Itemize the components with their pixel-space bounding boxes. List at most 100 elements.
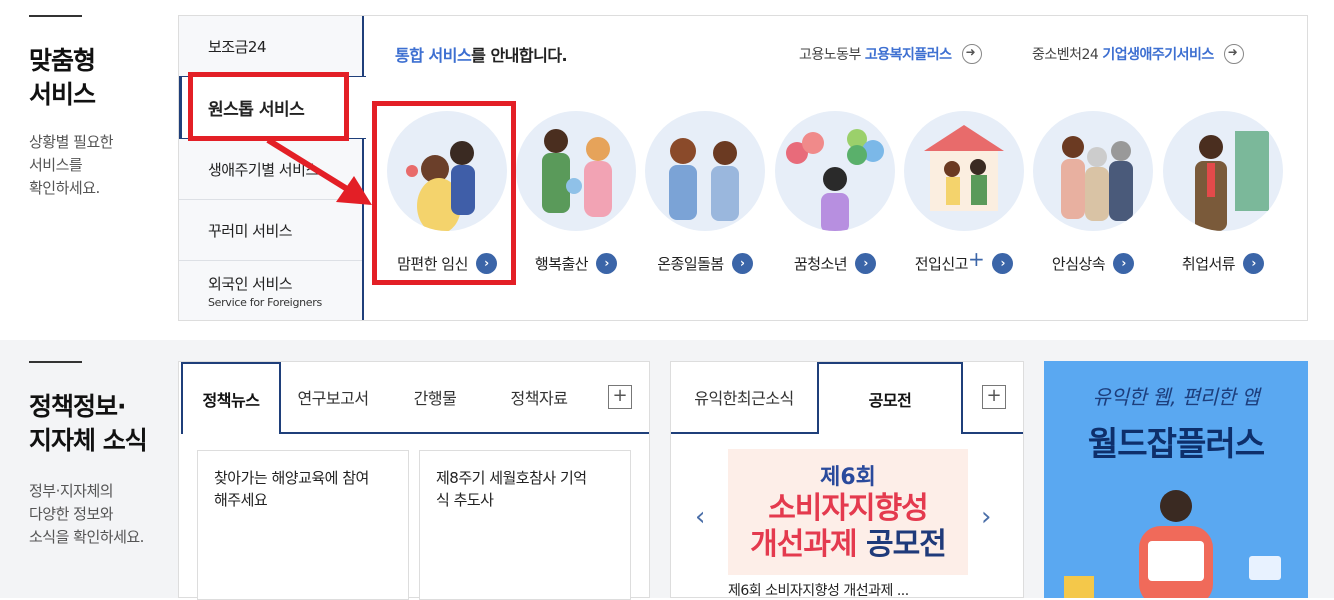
tab-underline	[671, 432, 817, 434]
tab-label: 보조금24	[208, 37, 267, 56]
person-laptop-illustration	[1064, 490, 1281, 598]
section-rule	[29, 361, 82, 363]
service-label: 전입신고	[914, 255, 969, 273]
worldjob-banner[interactable]: 유익한 웹, 편리한 앱 월드잡플러스	[1044, 361, 1308, 598]
tab-recent-news[interactable]: 유익한최근소식	[671, 362, 817, 432]
chevron-right-icon[interactable]: ›	[992, 253, 1014, 274]
plus-icon: +	[967, 246, 985, 271]
link-prefix: 중소벤처24	[1032, 47, 1099, 63]
more-plus-icon[interactable]: +	[608, 385, 632, 409]
title-line: 맞춤형	[29, 46, 96, 75]
poster-text: 개선과제 공모전	[728, 527, 968, 563]
desc-line: 다양한 정보와	[29, 505, 114, 523]
link-prefix: 고용노동부	[799, 47, 861, 63]
news-card[interactable]: 찾아가는 해양교육에 참여 해주세요	[197, 450, 409, 600]
tab-label: 꾸러미 서비스	[208, 221, 293, 240]
card-text: 해주세요	[214, 491, 268, 509]
tab-label: 유익한최근소식	[694, 389, 794, 408]
tab-bundle[interactable]: 꾸러미 서비스	[179, 200, 362, 261]
service-label: 취업서류	[1181, 255, 1236, 273]
section-desc: 상황별 필요한 서비스를 확인하세요.	[29, 131, 114, 200]
title-line: 지자체 소식	[29, 426, 148, 455]
desc-line: 서비스를	[29, 156, 83, 174]
tab-foreigner[interactable]: 외국인 서비스 Service for Foreigners	[179, 261, 362, 321]
news-card[interactable]: 제8주기 세월호참사 기억 식 추도사	[419, 450, 631, 600]
tab-label: 정책자료	[510, 389, 568, 408]
service-childbirth[interactable]: 행복출산 ›	[515, 111, 637, 281]
poster-caption[interactable]: 제6회 소비자지향성 개선과제 ...	[728, 580, 909, 600]
arrow-right-icon	[1223, 44, 1244, 64]
tab-label: 외국인 서비스	[208, 275, 293, 293]
notice-panel: 유익한최근소식 공모전 + ‹ 제6회 소비자지향성 개선과제 공모전 제6회 …	[670, 361, 1024, 600]
poster-text-red: 개선과제	[750, 527, 857, 562]
chevron-right-icon[interactable]: ›	[596, 253, 618, 274]
link-employment-welfare[interactable]: 고용노동부 고용복지플러스	[799, 44, 982, 64]
section-desc: 정부·지자체의 다양한 정보와 소식을 확인하세요.	[29, 480, 144, 549]
policy-news-panel: 정책뉴스 연구보고서 간행물 정책자료 + 찾아가는 해양교육에 참여 해주세요…	[178, 361, 650, 600]
section-rule	[29, 15, 82, 17]
tab-underline	[279, 432, 649, 434]
desc-line: 정부·지자체의	[29, 482, 114, 500]
service-daycare[interactable]: 온종일돌봄 ›	[644, 111, 766, 281]
chevron-right-icon[interactable]: ›	[731, 253, 753, 274]
teen-with-balloons-illustration	[775, 111, 895, 231]
service-label: 안심상속	[1051, 255, 1106, 273]
title-line: 서비스	[29, 80, 96, 109]
parents-with-baby-illustration	[516, 111, 636, 231]
service-youth[interactable]: 꿈청소년 ›	[774, 111, 896, 281]
title-line: 정책정보·	[29, 392, 126, 421]
chevron-left-icon[interactable]: ‹	[695, 502, 705, 532]
service-label: 꿈청소년	[793, 255, 848, 273]
tab-contest[interactable]: 공모전	[817, 362, 963, 434]
chevron-right-icon[interactable]: ›	[1113, 253, 1135, 274]
children-illustration	[645, 111, 765, 231]
chevron-right-icon[interactable]: ›	[1243, 253, 1265, 274]
arrow-right-icon	[961, 44, 982, 64]
service-job-docs[interactable]: 취업서류 ›	[1162, 111, 1284, 281]
service-move-in[interactable]: 전입신고 + ›	[903, 111, 1025, 281]
tab-label: 연구보고서	[297, 389, 369, 408]
service-panel: 보조금24 원스톱 서비스 생애주기별 서비스 꾸러미 서비스 외국인 서비스 …	[178, 15, 1308, 321]
service-label: 행복출산	[534, 255, 589, 273]
link-business-lifecycle[interactable]: 중소벤처24 기업생애주기서비스	[1032, 44, 1244, 64]
more-plus-icon[interactable]: +	[982, 385, 1006, 409]
family-illustration	[1033, 111, 1153, 231]
link-label: 기업생애주기서비스	[1102, 47, 1214, 63]
tab-research[interactable]: 연구보고서	[283, 362, 383, 432]
section-title: 맞춤형 서비스	[29, 44, 96, 112]
house-couple-illustration	[904, 111, 1024, 231]
service-tabs: 보조금24 원스톱 서비스 생애주기별 서비스 꾸러미 서비스 외국인 서비스 …	[179, 16, 366, 321]
tab-policy-data[interactable]: 정책자료	[489, 362, 589, 432]
desc-line: 확인하세요.	[29, 179, 100, 197]
poster-text: 소비자지향성	[768, 491, 929, 526]
tab-sublabel: Service for Foreigners	[208, 296, 322, 309]
intro-highlight: 통합 서비스	[395, 46, 472, 65]
custom-service-section: 맞춤형 서비스 상황별 필요한 서비스를 확인하세요. 보조금24 원스톱 서비…	[0, 0, 1334, 340]
tab-label: 간행물	[413, 389, 457, 408]
tab-subsidy24[interactable]: 보조금24	[179, 16, 362, 77]
tab-underline	[963, 432, 1023, 434]
card-text: 제8주기 세월호참사 기억	[436, 469, 587, 487]
contest-poster[interactable]: 제6회 소비자지향성 개선과제 공모전	[728, 449, 968, 575]
banner-title: 월드잡플러스	[1087, 424, 1265, 463]
service-label: 온종일돌봄	[657, 255, 724, 273]
card-text: 식 추도사	[436, 491, 494, 509]
section-title: 정책정보· 지자체 소식	[29, 390, 148, 458]
intro-heading: 통합 서비스를 안내합니다.	[395, 42, 568, 66]
highlight-box-service	[372, 101, 516, 285]
desc-line: 상황별 필요한	[29, 133, 114, 151]
tab-lifecycle[interactable]: 생애주기별 서비스	[179, 139, 362, 200]
poster-text: 제6회	[820, 465, 876, 490]
poster-text-dark: 공모전	[866, 527, 947, 562]
chevron-right-icon[interactable]: ›	[855, 253, 877, 274]
service-inheritance[interactable]: 안심상속 ›	[1032, 111, 1154, 281]
tab-policy-news[interactable]: 정책뉴스	[181, 362, 281, 434]
link-label: 고용복지플러스	[864, 47, 952, 63]
desc-line: 소식을 확인하세요.	[29, 528, 144, 546]
job-seeker-illustration	[1163, 111, 1283, 231]
tab-publications[interactable]: 간행물	[385, 362, 485, 432]
banner-tagline: 유익한 웹, 편리한 앱	[1092, 385, 1260, 409]
tab-label: 생애주기별 서비스	[208, 160, 319, 179]
chevron-right-icon[interactable]: ›	[981, 502, 991, 532]
intro-text: 를 안내합니다.	[471, 46, 568, 65]
